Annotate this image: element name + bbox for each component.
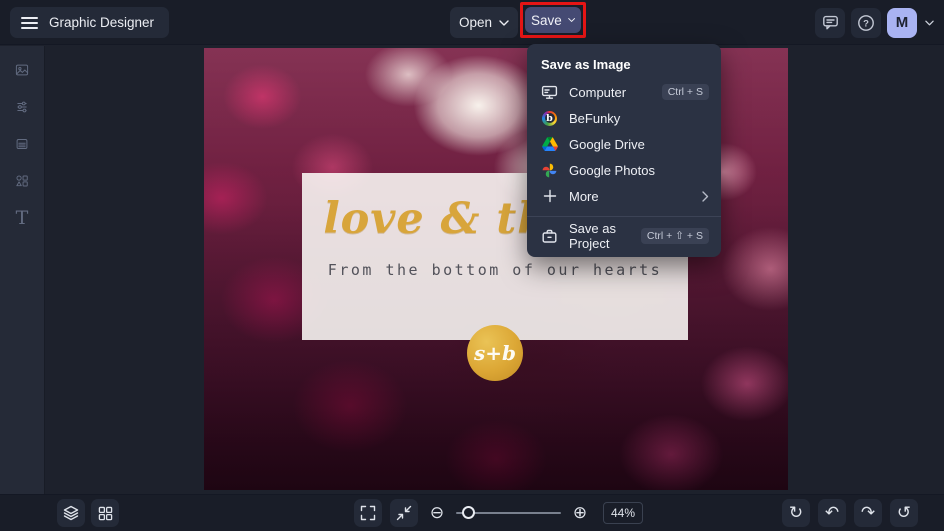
open-button-label: Open: [459, 15, 492, 30]
menu-item-label: Google Drive: [569, 137, 645, 152]
layers-button[interactable]: [57, 499, 85, 527]
grid-icon: [98, 506, 113, 521]
menu-item-label: Google Photos: [569, 163, 655, 178]
tools-sidebar: T: [0, 46, 45, 494]
zoom-in-button[interactable]: ⊕: [569, 499, 591, 527]
computer-icon: [541, 84, 558, 101]
menu-separator: [527, 216, 721, 217]
save-dropdown-menu: Save as Image Computer Ctrl + S b BeFunk…: [527, 44, 721, 257]
graphic-designer-app: Graphic Designer Open Save: [0, 0, 944, 531]
save-button[interactable]: Save: [525, 7, 581, 33]
app-title: Graphic Designer: [49, 15, 154, 30]
menu-item-label: More: [569, 189, 599, 204]
svg-text:?: ?: [863, 18, 869, 29]
history-controls: ↻ ↶ ↷ ↺: [782, 499, 918, 527]
pages-grid-button[interactable]: [91, 499, 119, 527]
help-button[interactable]: ?: [851, 8, 881, 38]
history-icon: ↺: [897, 503, 911, 523]
fit-to-screen-icon: [396, 505, 412, 521]
zoom-slider[interactable]: [456, 499, 561, 527]
menu-item-label: Save as Project: [569, 221, 630, 251]
reset-button[interactable]: ↻: [782, 499, 810, 527]
menu-item-computer[interactable]: Computer Ctrl + S: [527, 79, 721, 105]
account-avatar[interactable]: M: [887, 8, 917, 38]
menu-item-label: BeFunky: [569, 111, 620, 126]
redo-button[interactable]: ↷: [854, 499, 882, 527]
save-button-label: Save: [531, 13, 562, 28]
zoom-slider-handle[interactable]: [462, 506, 475, 519]
chevron-down-icon: [568, 17, 575, 23]
image-icon: [15, 60, 29, 80]
hamburger-menu-icon: [21, 17, 38, 29]
shortcut-badge: Ctrl + ⇧ + S: [641, 228, 709, 244]
sidebar-item-templates[interactable]: [9, 133, 35, 155]
adjustments-icon: [15, 97, 29, 117]
monogram-badge-text: s+b: [474, 341, 516, 365]
chevron-down-icon: [925, 20, 934, 26]
save-menu-header: Save as Image: [527, 49, 721, 79]
menu-item-more[interactable]: More: [527, 183, 721, 209]
comment-icon: [822, 14, 839, 31]
layers-icon: [63, 505, 79, 521]
menu-item-google-photos[interactable]: Google Photos: [527, 157, 721, 183]
redo-icon: ↷: [861, 503, 875, 523]
chevron-right-icon: [702, 191, 709, 202]
bottom-bar: ⊖ ⊕ 44% ↻ ↶ ↷ ↺: [0, 494, 944, 531]
fullscreen-icon: [360, 505, 376, 521]
menu-item-label: Computer: [569, 85, 626, 100]
google-photos-icon: [541, 163, 558, 178]
open-button[interactable]: Open: [450, 7, 518, 38]
google-drive-icon: [541, 137, 558, 151]
bottombar-left-group: [57, 499, 119, 527]
briefcase-icon: [541, 228, 558, 245]
shortcut-badge: Ctrl + S: [662, 84, 709, 100]
chevron-down-icon: [499, 20, 509, 26]
sidebar-item-graphics[interactable]: [9, 170, 35, 192]
undo-button[interactable]: ↶: [818, 499, 846, 527]
plus-icon: [541, 189, 558, 203]
text-icon: T: [16, 209, 29, 228]
fullscreen-button[interactable]: [354, 499, 382, 527]
undo-icon: ↶: [825, 503, 839, 523]
sidebar-item-text[interactable]: T: [9, 207, 35, 229]
menu-item-google-drive[interactable]: Google Drive: [527, 131, 721, 157]
zoom-level-indicator[interactable]: 44%: [603, 502, 643, 524]
app-menu-button[interactable]: Graphic Designer: [10, 7, 169, 38]
menu-item-save-as-project[interactable]: Save as Project Ctrl + ⇧ + S: [527, 223, 721, 249]
templates-icon: [15, 134, 29, 154]
sidebar-item-image-manager[interactable]: [9, 59, 35, 81]
question-mark-icon: ?: [857, 14, 875, 32]
avatar-initial: M: [896, 14, 909, 31]
card-subtitle-text[interactable]: From the bottom of our hearts: [302, 261, 688, 279]
history-button[interactable]: ↺: [890, 499, 918, 527]
menu-item-befunky[interactable]: b BeFunky: [527, 105, 721, 131]
fit-to-screen-button[interactable]: [390, 499, 418, 527]
zoom-controls: ⊖ ⊕ 44%: [354, 499, 643, 527]
shapes-icon: [15, 171, 29, 191]
feedback-button[interactable]: [815, 8, 845, 38]
monogram-badge[interactable]: s+b: [467, 325, 523, 381]
refresh-icon: ↻: [789, 503, 803, 523]
sidebar-item-edit[interactable]: [9, 96, 35, 118]
top-bar: Graphic Designer Open Save: [0, 0, 944, 45]
save-button-highlight-annotation: Save: [520, 2, 586, 38]
befunky-logo-icon: b: [541, 111, 558, 126]
topbar-right-group: ? M: [815, 7, 936, 38]
zoom-out-button[interactable]: ⊖: [426, 499, 448, 527]
account-menu-chevron[interactable]: [923, 20, 936, 26]
